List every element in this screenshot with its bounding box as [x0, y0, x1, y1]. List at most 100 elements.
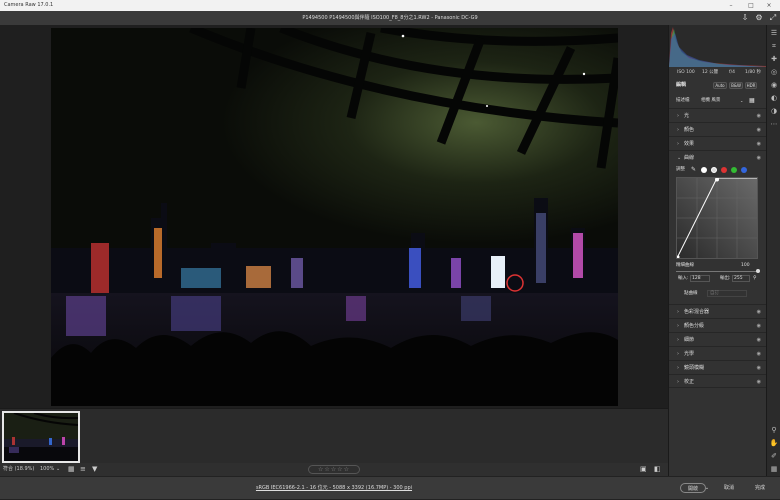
- file-info-bar: P1494500 P1494500與伴隨 ISO100_F8_8分之1.RW2 …: [0, 11, 780, 25]
- masking-icon[interactable]: ◎: [769, 67, 779, 77]
- auto-button[interactable]: Auto: [713, 82, 727, 89]
- filmstrip-grid-icon[interactable]: ▦: [68, 463, 75, 476]
- redeye-icon[interactable]: ◉: [769, 80, 779, 90]
- refine-label: 精細曲線: [676, 263, 694, 268]
- curve-adjust-row: 調整 ✎: [669, 165, 767, 174]
- visibility-eye-icon[interactable]: ◉: [757, 333, 761, 347]
- section-calibration[interactable]: › 校正 ◉: [669, 374, 767, 388]
- section-optics[interactable]: › 光學 ◉: [669, 346, 767, 360]
- refine-value[interactable]: 100: [741, 262, 750, 270]
- hdr-button[interactable]: HDR: [745, 82, 757, 89]
- expand-chevron-icon: ›: [677, 365, 679, 371]
- close-window-button[interactable]: ×: [760, 0, 778, 11]
- section-label: 曲線: [684, 155, 695, 161]
- visibility-eye-icon[interactable]: ◉: [757, 375, 761, 389]
- crop-icon[interactable]: ⌗: [769, 41, 779, 51]
- output-field[interactable]: 255: [732, 275, 750, 282]
- exif-focal-length: 12 公釐: [702, 70, 719, 75]
- save-icon[interactable]: ⇩: [740, 13, 750, 23]
- section-detail[interactable]: › 細節 ◉: [669, 332, 767, 346]
- section-effects[interactable]: › 效果 ◉: [669, 136, 767, 150]
- tone-curve-graph[interactable]: [676, 177, 758, 259]
- section-lens-blur[interactable]: › 鏡頭模糊 ◉: [669, 360, 767, 374]
- presets-icon[interactable]: ◐: [769, 93, 779, 103]
- rgb-channel-dot[interactable]: [711, 167, 717, 173]
- single-view-icon[interactable]: ▣: [640, 463, 647, 476]
- parametric-curve-icon[interactable]: ✎: [691, 165, 696, 174]
- expand-chevron-icon: ›: [677, 323, 679, 329]
- profile-dropdown-icon[interactable]: ⌄: [740, 96, 743, 105]
- fullscreen-icon[interactable]: ⤢: [768, 13, 778, 23]
- photo-preview[interactable]: [51, 28, 618, 406]
- section-color-mixer[interactable]: › 色彩混合器 ◉: [669, 304, 767, 318]
- healing-icon[interactable]: ✚: [769, 54, 779, 64]
- point-curve-select[interactable]: 自訂: [707, 290, 747, 297]
- visibility-eye-icon[interactable]: ◉: [757, 123, 761, 137]
- settings-gear-icon[interactable]: ⚙: [754, 13, 764, 23]
- profile-browser-icon[interactable]: ▦: [749, 96, 755, 105]
- visibility-eye-icon[interactable]: ◉: [757, 305, 761, 319]
- zoom-dropdown-icon[interactable]: ⌄: [56, 463, 60, 476]
- section-label: 校正: [684, 379, 695, 385]
- profile-label: 描述檔: [676, 98, 690, 103]
- input-field[interactable]: 128: [690, 275, 710, 282]
- white-channel-dot[interactable]: [701, 167, 707, 173]
- expand-chevron-icon: ›: [677, 113, 679, 119]
- maximize-button[interactable]: □: [742, 0, 760, 11]
- workflow-options-link[interactable]: sRGB IEC61966-2.1 - 16 位元 - 5088 x 3392 …: [0, 477, 668, 500]
- visibility-eye-icon[interactable]: ◉: [757, 137, 761, 151]
- done-button[interactable]: 完成: [748, 483, 772, 493]
- refine-slider-track[interactable]: [676, 269, 760, 273]
- refine-slider-thumb[interactable]: [756, 269, 760, 273]
- red-channel-dot[interactable]: [721, 167, 727, 173]
- zoom-value-select[interactable]: 100%: [40, 463, 54, 476]
- exif-info: ISO 100 12 公釐 f/4 1/80 秒: [669, 68, 767, 77]
- filter-icon[interactable]: ▼: [92, 463, 97, 476]
- visibility-eye-icon[interactable]: ◉: [757, 151, 761, 165]
- cancel-button[interactable]: 取消: [718, 483, 740, 493]
- visibility-eye-icon[interactable]: ◉: [757, 347, 761, 361]
- profile-select[interactable]: 相機 風景: [701, 96, 720, 105]
- grid-overlay-icon[interactable]: ▦: [769, 464, 779, 474]
- zoom-icon[interactable]: ⚲: [769, 425, 779, 435]
- file-name: P1494500 P1494500與伴隨 ISO100_F8_8分之1.RW2 …: [302, 15, 478, 21]
- blue-channel-dot[interactable]: [741, 167, 747, 173]
- bw-button[interactable]: B&W: [729, 82, 743, 89]
- section-label: 鏡頭模糊: [684, 365, 705, 371]
- green-channel-dot[interactable]: [731, 167, 737, 173]
- section-curve[interactable]: ⌄ 曲線 ◉: [669, 150, 767, 164]
- hand-icon[interactable]: ✋: [769, 438, 779, 448]
- more-options-icon[interactable]: ⋯: [769, 119, 779, 129]
- minimize-button[interactable]: –: [722, 0, 740, 11]
- filmstrip-thumbnail[interactable]: [2, 411, 80, 463]
- sort-icon[interactable]: ≡: [80, 463, 86, 476]
- section-label: 光學: [684, 351, 695, 357]
- visibility-eye-icon[interactable]: ◉: [757, 319, 761, 333]
- edit-sliders-icon[interactable]: ☰: [769, 28, 779, 38]
- zoom-fit-select[interactable]: 符合 (18.9%): [3, 463, 34, 476]
- collapse-chevron-icon: ⌄: [677, 155, 682, 161]
- section-label: 顏色分級: [684, 323, 705, 329]
- section-label: 效果: [684, 141, 695, 147]
- open-dropdown-icon[interactable]: ⌄: [703, 483, 711, 493]
- eyedropper-icon[interactable]: ⚲: [753, 274, 757, 283]
- window-title: Camera Raw 17.0.1: [4, 2, 54, 8]
- section-label: 顏色: [684, 127, 695, 133]
- footer-bar: sRGB IEC61966-2.1 - 16 位元 - 5088 x 3392 …: [0, 476, 780, 499]
- curve-adjust-label: 調整: [676, 167, 685, 172]
- night-skyline-image: [51, 28, 618, 406]
- curve-io-row: 輸入: 128 輸出: 255 ⚲: [669, 274, 767, 283]
- color-sampler-icon[interactable]: ✐: [769, 451, 779, 461]
- before-after-icon[interactable]: ◧: [654, 463, 661, 476]
- visibility-eye-icon[interactable]: ◉: [757, 361, 761, 375]
- section-color[interactable]: › 顏色 ◉: [669, 122, 767, 136]
- visibility-eye-icon[interactable]: ◉: [757, 109, 761, 123]
- point-curve-row: 點曲線 自訂: [669, 289, 767, 298]
- star-rating[interactable]: ☆☆☆☆☆: [308, 465, 360, 474]
- section-label: 光: [684, 113, 690, 119]
- section-color-grading[interactable]: › 顏色分級 ◉: [669, 318, 767, 332]
- snapshots-icon[interactable]: ◑: [769, 106, 779, 116]
- section-light[interactable]: › 光 ◉: [669, 108, 767, 122]
- histogram: [669, 25, 767, 67]
- thumbnail-image: [4, 413, 78, 461]
